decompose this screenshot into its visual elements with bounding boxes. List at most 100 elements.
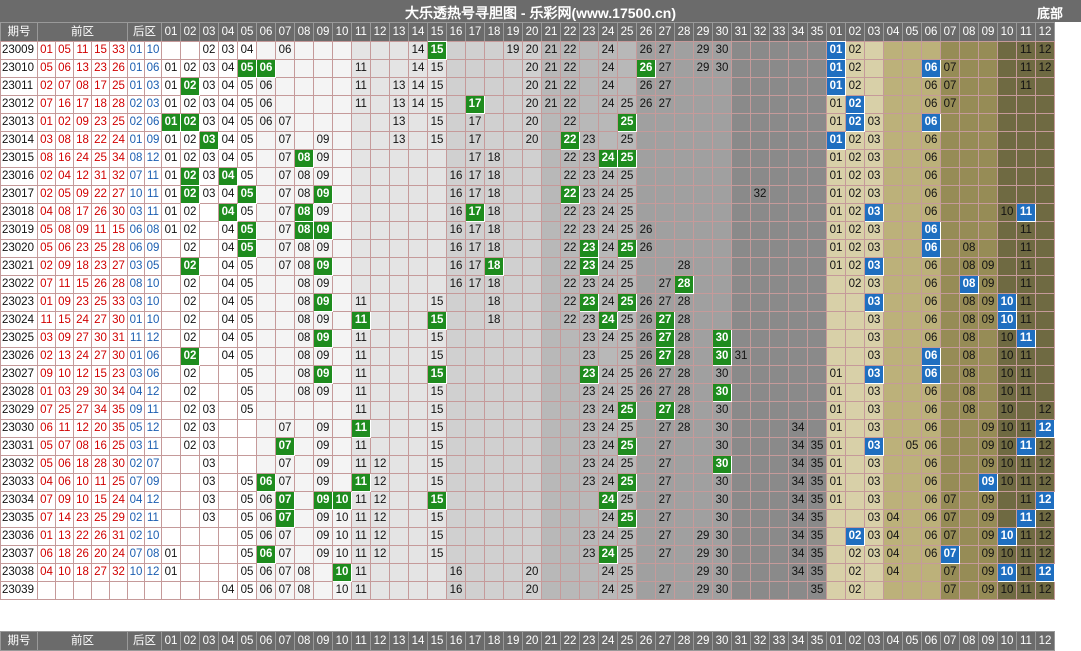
front-hot-cell: 26 (636, 383, 656, 402)
front-hot-cell (389, 221, 409, 240)
back-draw-number: 11 (144, 509, 162, 528)
front-draw-number: 16 (55, 95, 74, 114)
back-draw-number: 03 (127, 437, 145, 456)
front-hot-cell: 01 (161, 185, 181, 204)
back-hot-cell (959, 455, 979, 474)
period-cell: 23028 (0, 383, 38, 402)
back-hot-cell (1035, 329, 1055, 348)
footer-back-num: 01 (826, 631, 846, 651)
period-cell: 23033 (0, 473, 38, 492)
front-hot-cell (332, 221, 352, 240)
front-hot-cell (161, 257, 181, 276)
header-front-num: 35 (807, 22, 827, 42)
front-hot-cell (788, 365, 808, 384)
front-hot-cell (674, 239, 694, 258)
back-hot-cell: 03 (864, 473, 884, 492)
front-hot-cell: 23 (579, 455, 599, 474)
back-hot-cell: 07 (940, 77, 960, 96)
front-hot-cell (712, 293, 732, 312)
front-hot-cell (693, 509, 713, 528)
footer-front-num: 29 (693, 631, 713, 651)
front-hot-cell (370, 347, 390, 366)
front-draw-number: 16 (91, 437, 110, 456)
front-hot-cell (636, 149, 656, 168)
front-hot-cell (674, 59, 694, 78)
front-hit-cell: 02 (180, 257, 200, 276)
draw-row: 23017 02 05 09 22 27 10 11 01 02 03 04 05 07 08 09 16 17 1… (0, 185, 1055, 204)
footer-front-num: 02 (180, 631, 200, 651)
footer-row: 期号 前区 后区 01 02 03 04 05 06 07 08 09 10 11 12 13 14 15 16 17… (0, 631, 1055, 651)
front-hot-cell (446, 473, 466, 492)
back-hot-cell: 12 (1035, 41, 1055, 60)
back-draw-number: 10 (144, 293, 162, 312)
front-hot-cell (750, 167, 770, 186)
front-hot-cell (389, 563, 409, 582)
front-hot-cell (351, 257, 371, 276)
back-hot-cell (826, 329, 846, 348)
front-hot-cell (693, 113, 713, 132)
back-hit-cell: 03 (864, 437, 884, 456)
period-cell: 23030 (0, 419, 38, 438)
front-draw-number: 09 (55, 257, 74, 276)
front-hot-cell (389, 185, 409, 204)
back-hot-cell (883, 221, 903, 240)
front-hot-cell: 01 (161, 563, 181, 582)
footer-front-num: 11 (351, 631, 371, 651)
back-hot-cell: 11 (1016, 293, 1036, 312)
front-hot-cell: 24 (598, 581, 618, 600)
front-hit-cell: 02 (180, 185, 200, 204)
front-hot-cell (313, 113, 333, 132)
front-draw-number: 02 (37, 185, 56, 204)
front-hot-cell: 16 (446, 257, 466, 276)
back-draw-number: 11 (144, 401, 162, 420)
front-hot-cell (484, 365, 504, 384)
front-hot-cell (522, 311, 542, 330)
front-hot-cell: 25 (617, 311, 637, 330)
front-hot-cell (484, 473, 504, 492)
back-hot-cell (959, 203, 979, 222)
front-draw-number: 30 (109, 347, 128, 366)
footer-front-num: 01 (161, 631, 181, 651)
front-hot-cell (161, 239, 181, 258)
footer-front-num: 10 (332, 631, 352, 651)
front-hot-cell (541, 239, 561, 258)
front-hot-cell (161, 581, 181, 600)
front-hot-cell: 23 (579, 473, 599, 492)
page-title: 大乐透热号寻胆图 - 乐彩网(www.17500.cn) (405, 5, 676, 21)
front-hot-cell: 26 (636, 41, 656, 60)
front-hot-cell: 20 (522, 131, 542, 150)
front-hot-cell (256, 131, 276, 150)
front-hot-cell (256, 419, 276, 438)
back-hit-cell: 06 (921, 221, 941, 240)
front-hot-cell: 35 (807, 563, 827, 582)
back-hot-cell: 11 (1016, 59, 1036, 78)
back-hot-cell: 02 (845, 77, 865, 96)
front-hot-cell (294, 59, 314, 78)
front-hot-cell: 27 (655, 545, 675, 564)
back-hot-cell: 03 (864, 527, 884, 546)
bottom-link[interactable]: 底部 (1037, 3, 1063, 22)
front-hot-cell: 35 (807, 455, 827, 474)
back-hot-cell: 02 (845, 581, 865, 600)
front-hot-cell: 11 (351, 491, 371, 510)
back-hit-cell: 12 (1035, 419, 1055, 438)
front-hot-cell: 30 (712, 365, 732, 384)
front-hot-cell (256, 383, 276, 402)
draw-row: 23022 07 11 15 26 28 08 10 02 04 05 08 09 16 17 18 22 23 2… (0, 275, 1055, 294)
front-draw-number: 10 (73, 491, 92, 510)
footer-back-num: 04 (883, 631, 903, 651)
back-hot-cell (883, 113, 903, 132)
front-hit-cell: 02 (180, 113, 200, 132)
header-front-num: 15 (427, 22, 447, 42)
front-hot-cell: 11 (351, 329, 371, 348)
footer-back-num: 09 (978, 631, 998, 651)
front-hot-cell (484, 437, 504, 456)
front-hot-cell (807, 365, 827, 384)
back-hot-cell (940, 149, 960, 168)
back-draw-number: 07 (127, 473, 145, 492)
front-hot-cell (370, 95, 390, 114)
front-hot-cell: 04 (218, 77, 238, 96)
front-hot-cell (389, 41, 409, 60)
front-hot-cell (522, 491, 542, 510)
front-hot-cell (750, 527, 770, 546)
